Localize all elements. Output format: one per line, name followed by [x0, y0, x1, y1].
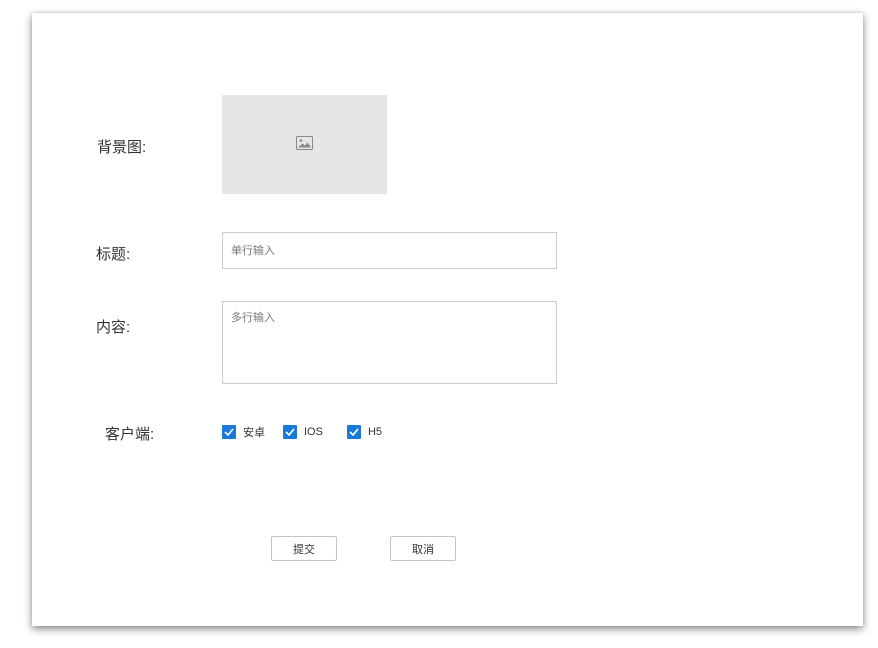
image-icon [296, 136, 313, 150]
checkbox-label: H5 [367, 426, 383, 438]
content-label: 内容: [96, 319, 131, 336]
background-image-label: 背景图: [97, 139, 147, 156]
checkbox-label: IOS [304, 426, 323, 438]
checkbox-checked-icon [346, 425, 361, 439]
submit-button[interactable]: 提交 [271, 536, 337, 561]
checkbox-ios[interactable]: IOS [283, 425, 323, 439]
cancel-button[interactable]: 取消 [390, 536, 456, 561]
client-checkbox-group: 安卓 IOS H5 [222, 424, 397, 440]
checkbox-checked-icon [283, 425, 297, 439]
title-input[interactable] [222, 232, 557, 269]
client-label: 客户端: [105, 426, 155, 443]
form-card: 背景图: 标题: 内容: 客户端: 安卓 IOS [32, 13, 863, 626]
title-label: 标题: [96, 246, 131, 263]
background-image-upload[interactable] [222, 95, 387, 194]
checkbox-h5[interactable]: H5 [346, 425, 383, 439]
screen: 背景图: 标题: 内容: 客户端: 安卓 IOS [0, 0, 878, 648]
checkbox-checked-icon [222, 425, 236, 439]
checkbox-android[interactable]: 安卓 [222, 424, 265, 440]
content-textarea[interactable] [222, 301, 557, 384]
checkbox-label: 安卓 [243, 427, 265, 439]
